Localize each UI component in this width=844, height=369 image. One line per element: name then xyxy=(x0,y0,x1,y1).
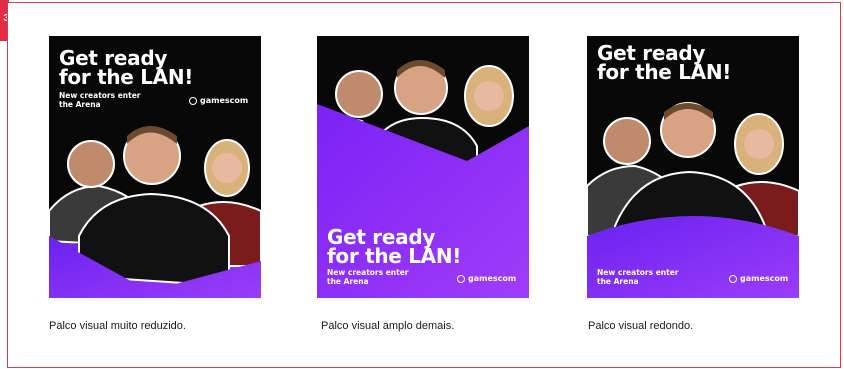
subline-line-2: the Arena xyxy=(327,277,369,286)
gamescom-logo-text: gamescom xyxy=(468,274,517,283)
gamescom-logo-text: gamescom xyxy=(740,274,789,283)
campaign-visual-wide-stage: Get ready for the LAN! New creators ente… xyxy=(317,36,529,298)
subline: New creators enter the Arena xyxy=(327,268,409,286)
headline: Get ready for the LAN! xyxy=(59,48,194,89)
headline-line-2: for the LAN! xyxy=(59,65,194,89)
subline: New creators enter the Arena xyxy=(59,91,141,109)
campaign-visual-reduced-stage: Get ready for the LAN! New creators ente… xyxy=(49,36,261,298)
subline-line-1: New creators enter xyxy=(327,268,409,277)
gamescom-logo-icon xyxy=(729,274,737,283)
gamescom-logo: gamescom xyxy=(189,96,248,105)
example-card-reduced: Get ready for the LAN! New creators ente… xyxy=(49,36,261,332)
headline-line-2: for the LAN! xyxy=(597,60,732,84)
headline-line-2: for the LAN! xyxy=(327,244,462,268)
gamescom-logo: gamescom xyxy=(729,274,788,283)
subline-line-2: the Arena xyxy=(597,277,639,286)
headline: Get ready for the LAN! xyxy=(327,227,462,268)
card-caption: Palco visual muito reduzido. xyxy=(49,320,186,332)
subline: New creators enter the Arena xyxy=(597,268,679,286)
example-card-too-wide: Get ready for the LAN! New creators ente… xyxy=(317,36,529,332)
card-caption: Palco visual redondo. xyxy=(588,320,694,332)
gamescom-logo: gamescom xyxy=(457,274,516,283)
gamescom-logo-icon xyxy=(189,96,197,105)
campaign-visual-round-stage: Get ready for the LAN! New creators ente… xyxy=(587,36,799,298)
example-card-round: Get ready for the LAN! New creators ente… xyxy=(587,36,799,332)
card-caption: Palco visual amplo demais. xyxy=(321,320,455,332)
gamescom-logo-text: gamescom xyxy=(200,96,249,105)
gamescom-logo-icon xyxy=(457,274,465,283)
headline: Get ready for the LAN! xyxy=(597,43,732,84)
subline-line-1: New creators enter xyxy=(597,268,679,277)
subline-line-1: New creators enter xyxy=(59,91,141,100)
subline-line-2: the Arena xyxy=(59,100,101,109)
